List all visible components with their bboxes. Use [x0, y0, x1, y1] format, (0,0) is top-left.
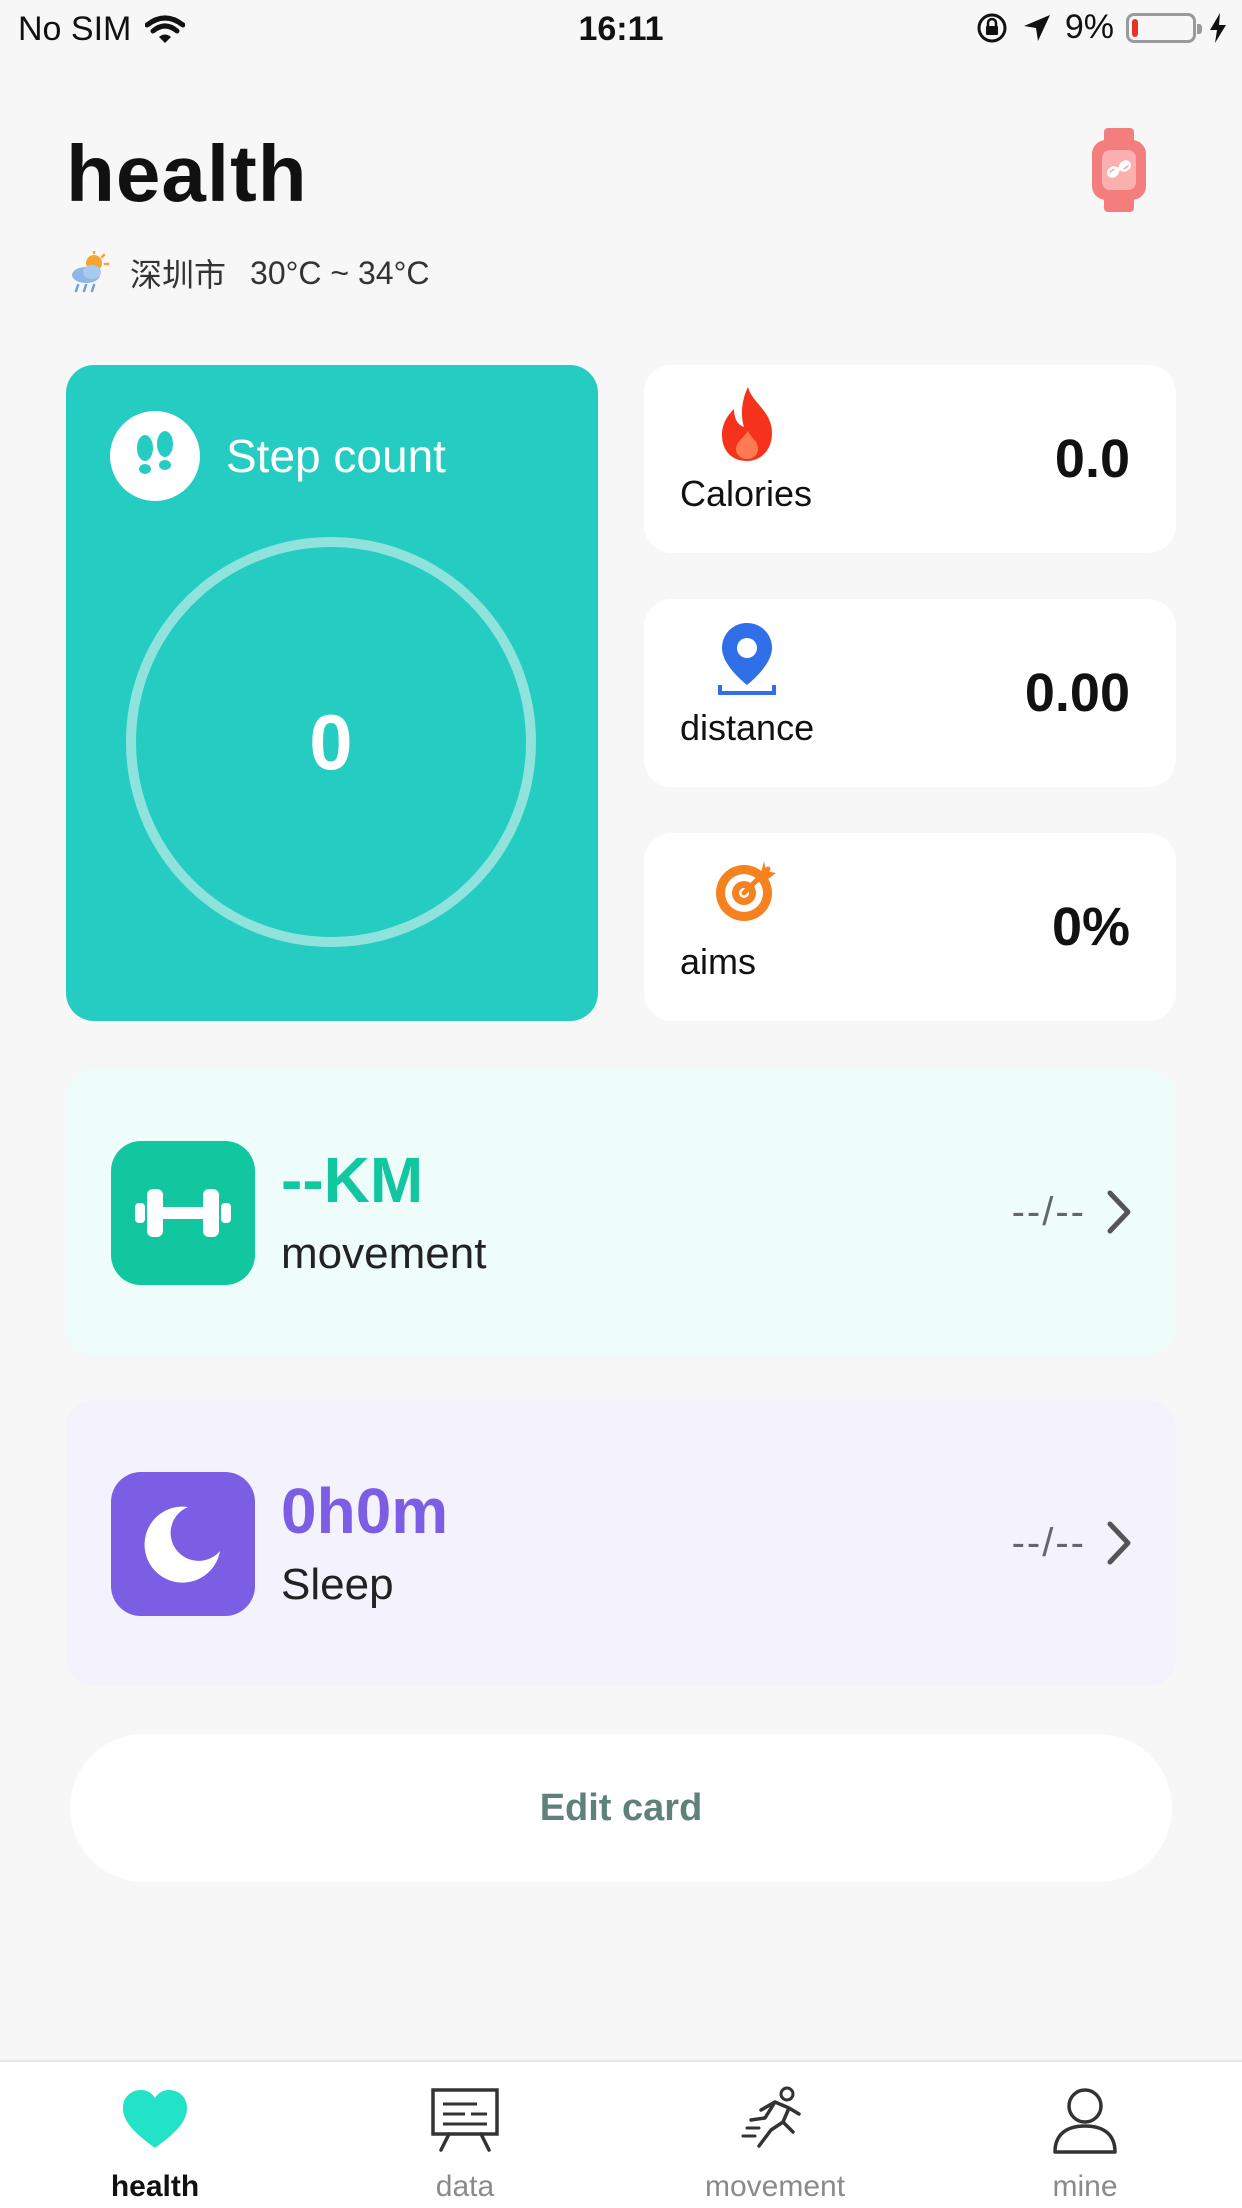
heart-icon	[123, 2090, 187, 2148]
aims-value: 0%	[1051, 897, 1130, 957]
battery-percent: 9%	[1064, 8, 1114, 46]
target-icon	[716, 861, 776, 921]
step-count-header: Step count	[110, 411, 446, 501]
distance-value: 0.00	[1024, 663, 1130, 723]
calories-card[interactable]: Calories 0.0	[644, 365, 1176, 553]
step-count-card[interactable]: Step count 0	[66, 365, 598, 1021]
weather-temperature: 30°C ~ 34°C	[250, 254, 430, 291]
sleep-duration-value: 0h0m	[281, 1475, 449, 1547]
tab-bar: health data movement mine	[0, 2060, 1242, 2208]
calories-label: Calories	[680, 473, 813, 514]
location-pin-icon	[718, 623, 776, 695]
sleep-card[interactable]: 0h0m Sleep --/--	[66, 1400, 1176, 1686]
distance-label: distance	[680, 707, 815, 748]
watch-link-icon[interactable]	[1090, 128, 1148, 212]
edit-card-button[interactable]: Edit card	[70, 1734, 1172, 1882]
distance-card[interactable]: distance 0.00	[644, 599, 1176, 787]
status-right: 9%	[975, 8, 1228, 47]
tab-movement-label: movement	[704, 2170, 846, 2203]
aims-label: aims	[680, 941, 757, 982]
footprints-icon	[110, 411, 200, 501]
orientation-lock-icon	[977, 13, 1007, 42]
sleep-date: --/--	[1011, 1520, 1086, 1565]
presentation-board-icon	[431, 2088, 499, 2152]
dumbbell-icon	[111, 1141, 255, 1285]
moon-icon	[111, 1472, 255, 1616]
weather-city: 深圳市	[130, 257, 227, 293]
tab-data-label: data	[435, 2170, 495, 2203]
aims-card[interactable]: aims 0%	[644, 833, 1176, 1021]
status-bar: No SIM 16:11 9%	[0, 0, 1242, 62]
calories-value: 0.0	[1054, 429, 1130, 489]
person-icon	[1053, 2088, 1117, 2154]
movement-card[interactable]: --KM movement --/--	[66, 1069, 1176, 1355]
weather-rain-sun-icon	[72, 251, 110, 293]
runner-icon	[741, 2086, 801, 2148]
weather-info: 深圳市 30°C ~ 34°C	[70, 250, 429, 296]
tab-mine-label: mine	[1052, 2170, 1118, 2203]
tab-data[interactable]: data	[310, 2062, 620, 2208]
location-arrow-icon	[1023, 14, 1050, 41]
step-count-label: Step count	[226, 430, 446, 482]
charging-bolt-icon	[1210, 12, 1226, 43]
movement-label: movement	[281, 1229, 487, 1278]
health-screen: No SIM 16:11 9% health 深圳市 30°C ~ 34°C S…	[0, 0, 1242, 2208]
sleep-label: Sleep	[281, 1560, 394, 1609]
step-count-value: 0	[309, 697, 353, 786]
movement-distance-value: --KM	[281, 1144, 424, 1216]
flame-icon	[722, 387, 772, 461]
tab-movement[interactable]: movement	[620, 2062, 930, 2208]
page-title: health	[66, 129, 308, 218]
chevron-right-icon[interactable]	[1104, 1187, 1134, 1237]
tab-health-label: health	[110, 2170, 200, 2203]
movement-date: --/--	[1011, 1189, 1086, 1234]
chevron-right-icon[interactable]	[1104, 1518, 1134, 1568]
tab-mine[interactable]: mine	[930, 2062, 1240, 2208]
battery-fill	[1132, 18, 1138, 37]
battery-icon	[1126, 12, 1202, 43]
tab-health[interactable]: health	[0, 2062, 310, 2208]
